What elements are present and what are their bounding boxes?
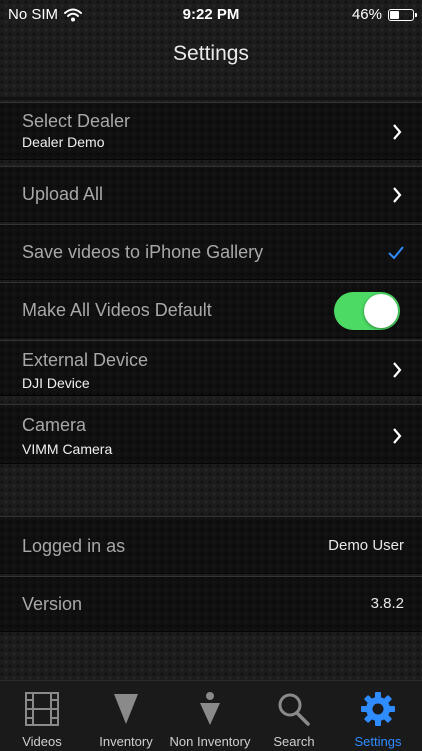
camera-label: Camera [22, 415, 87, 435]
select-dealer-label: Select Dealer [22, 111, 131, 131]
status-right: 46% [351, 6, 417, 23]
version-value: 3.8.2 [370, 595, 404, 612]
select-dealer-row[interactable]: Select Dealer Dealer Demo [0, 102, 422, 160]
chevron-right-icon [393, 187, 402, 203]
battery-icon [388, 8, 417, 21]
upload-all-row[interactable]: Upload All [0, 166, 422, 222]
external-device-value: DJI Device [22, 375, 90, 391]
status-bar: No SIM 9:22 PM 46% [0, 0, 422, 30]
save-videos-row[interactable]: Save videos to iPhone Gallery [0, 224, 422, 280]
non-inventory-icon [200, 692, 220, 725]
tab-settings-label: Settings [354, 734, 402, 749]
page-title: Settings [173, 42, 249, 65]
inventory-icon [114, 694, 138, 724]
make-default-label: Make All Videos Default [22, 300, 212, 320]
version-row: Version 3.8.2 [0, 576, 422, 632]
make-default-toggle[interactable] [334, 292, 400, 330]
checkmark-icon [388, 246, 404, 259]
film-icon [25, 692, 59, 726]
camera-row[interactable]: Camera VIMM Camera [0, 404, 422, 464]
tab-bar: Videos Inventory Non Inventory Search Se… [0, 680, 422, 751]
chevron-right-icon [393, 428, 402, 444]
battery-fill [390, 10, 399, 19]
nav-divider [0, 97, 422, 100]
select-dealer-value: Dealer Demo [22, 134, 105, 150]
upload-all-label: Upload All [22, 184, 104, 204]
search-icon [278, 693, 310, 726]
make-default-row: Make All Videos Default [0, 282, 422, 338]
tab-search[interactable]: Search [252, 681, 336, 751]
save-videos-label: Save videos to iPhone Gallery [22, 242, 264, 262]
logged-in-row: Logged in as Demo User [0, 516, 422, 574]
tab-videos[interactable]: Videos [0, 681, 84, 751]
chevron-right-icon [393, 362, 402, 378]
toggle-knob [364, 294, 398, 328]
battery-percent: 46% [351, 6, 382, 23]
version-label: Version [22, 594, 83, 614]
logged-in-value: Demo User [328, 537, 404, 554]
chevron-right-icon [393, 124, 402, 140]
camera-value: VIMM Camera [22, 441, 113, 457]
external-device-row[interactable]: External Device DJI Device [0, 340, 422, 396]
external-device-label: External Device [22, 350, 149, 370]
gear-icon [361, 692, 395, 726]
tab-non-inventory[interactable]: Non Inventory [168, 681, 252, 751]
tab-settings[interactable]: Settings [336, 681, 420, 751]
logged-in-label: Logged in as [22, 536, 126, 556]
tab-inventory[interactable]: Inventory [84, 681, 168, 751]
